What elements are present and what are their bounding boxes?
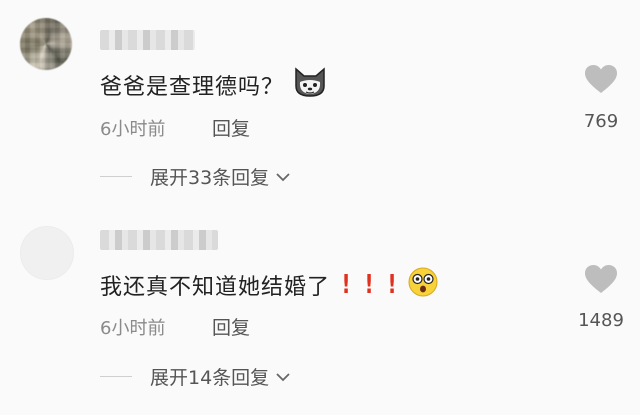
like-count: 1489 [578, 310, 624, 331]
heart-icon[interactable] [584, 264, 618, 294]
expand-replies-button[interactable]: 展开14条回复 [150, 363, 291, 390]
username-blurred[interactable] [100, 30, 195, 50]
expand-replies-label: 展开33条回复 [150, 167, 270, 189]
chevron-down-icon [275, 366, 291, 388]
chevron-down-icon [275, 166, 291, 188]
avatar[interactable] [20, 226, 74, 280]
exclamation-mark: ! [364, 270, 375, 300]
comment-time: 6小时前 [100, 119, 166, 140]
username-blurred[interactable] [100, 230, 218, 250]
comment-text-content: 我还真不知道她结婚了 [100, 275, 331, 300]
heart-icon[interactable] [584, 64, 618, 94]
reply-button[interactable]: 回复 [212, 114, 250, 141]
comment-text-content: 爸爸是查理德吗？ [100, 75, 285, 100]
expand-replies-button[interactable]: 展开33条回复 [150, 163, 291, 190]
reply-button[interactable]: 回复 [212, 313, 250, 340]
expand-divider [100, 176, 132, 177]
comment-text: 我还真不知道她结婚了 ! ! ! [100, 266, 439, 304]
comment-time: 6小时前 [100, 318, 166, 339]
expand-divider [100, 376, 132, 377]
exclamation-mark: ! [341, 270, 352, 300]
exclamation-mark: ! [387, 270, 397, 300]
avatar[interactable] [20, 18, 72, 70]
comment-text: 爸爸是查理德吗？ [100, 66, 328, 104]
surprised-face-emoji-icon [407, 266, 439, 304]
cat-face-emoji-icon [292, 66, 328, 104]
like-count: 769 [583, 111, 619, 132]
expand-replies-label: 展开14条回复 [150, 367, 270, 389]
